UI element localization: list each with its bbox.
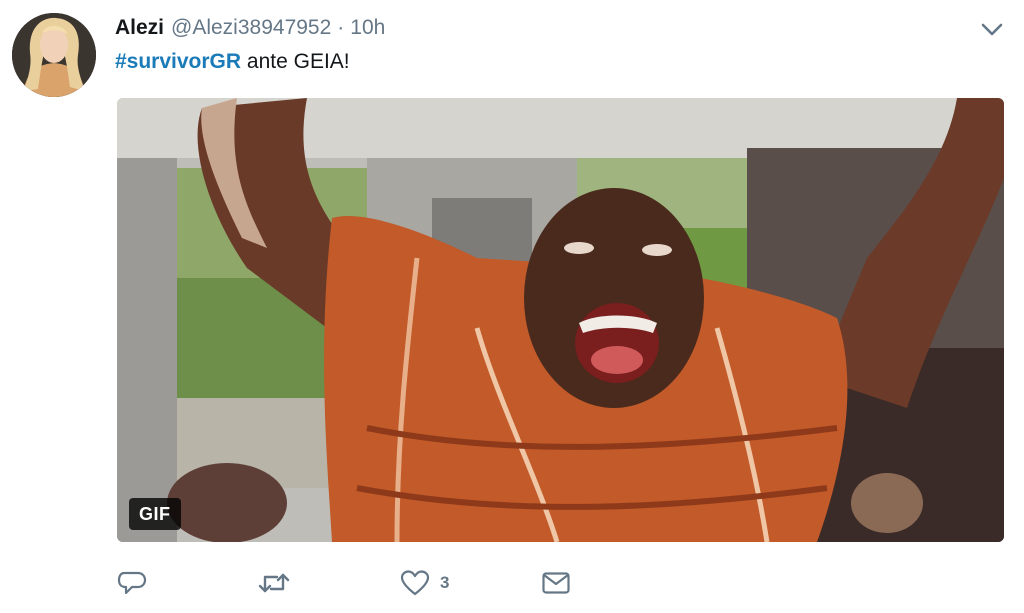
more-options-chevron-down-icon[interactable] [980, 18, 1004, 40]
like-button[interactable]: 3 [400, 566, 449, 600]
gif-badge: GIF [129, 498, 181, 530]
avatar[interactable] [12, 13, 96, 97]
heart-icon [400, 569, 430, 597]
tweet-card: Alezi @Alezi38947952 · 10h #survivorGR a… [0, 0, 1024, 613]
separator-dot: · [337, 16, 345, 39]
envelope-icon [541, 569, 571, 597]
author-name[interactable]: Alezi [115, 16, 164, 40]
tweet-header: Alezi @Alezi38947952 · 10h [115, 14, 385, 42]
tweet-actions: 3 [117, 566, 597, 600]
direct-message-button[interactable] [541, 566, 571, 600]
gif-frame-image [117, 98, 1004, 542]
tweet-body-text: ante GEIA! [241, 50, 350, 73]
reply-button[interactable] [117, 566, 147, 600]
reply-icon [117, 569, 147, 597]
like-count: 3 [440, 573, 450, 592]
tweet-timestamp[interactable]: 10h [350, 16, 385, 40]
tweet-text: #survivorGR ante GEIA! [115, 48, 350, 76]
retweet-button[interactable] [257, 566, 291, 600]
gif-media[interactable]: GIF [117, 98, 1004, 542]
retweet-icon [257, 569, 291, 597]
hashtag-link[interactable]: #survivorGR [115, 50, 241, 73]
author-handle[interactable]: @Alezi38947952 [171, 16, 331, 40]
